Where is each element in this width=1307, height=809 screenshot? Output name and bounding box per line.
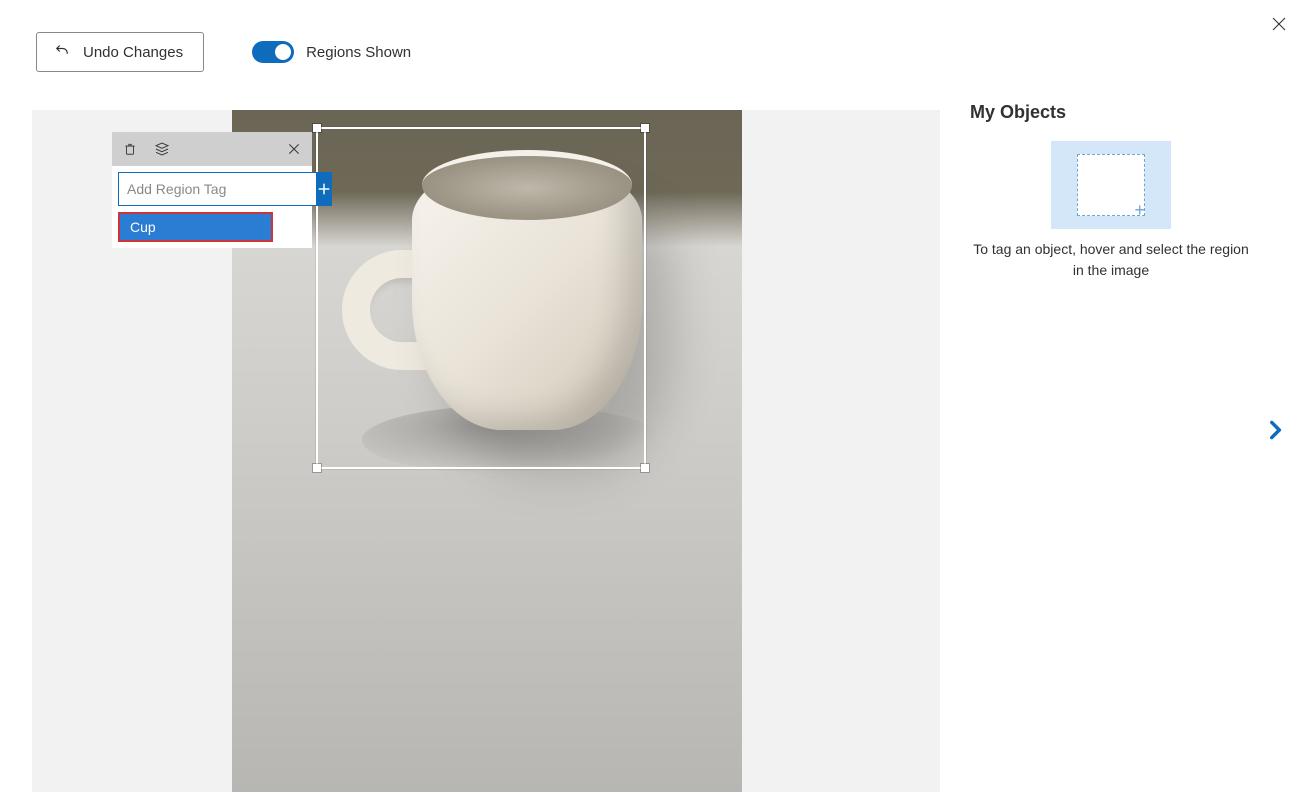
duplicate-region-button[interactable] [152,139,172,159]
side-panel-help-text: To tag an object, hover and select the r… [970,239,1252,281]
tag-input[interactable] [118,172,316,206]
delete-region-button[interactable] [120,139,140,159]
stack-icon [154,141,170,157]
close-icon [287,142,301,156]
chevron-right-icon [1262,417,1288,443]
regions-shown-toggle[interactable] [252,41,294,63]
plus-icon: + [1134,201,1145,219]
region-selection-box[interactable] [316,127,646,469]
next-image-button[interactable] [1255,410,1295,450]
tag-suggestion-cup[interactable]: Cup [118,212,273,242]
undo-changes-label: Undo Changes [83,44,183,61]
close-dialog-button[interactable] [1265,10,1293,38]
image-canvas[interactable]: Cup [32,110,940,792]
tag-popup: Cup [112,132,312,248]
close-icon [1270,15,1288,33]
dashed-box-icon: + [1077,154,1145,216]
add-tag-button[interactable] [316,172,332,206]
toggle-knob [275,44,291,60]
undo-icon [53,41,71,63]
add-object-placeholder[interactable]: + [1051,141,1171,229]
tag-suggestion-label: Cup [130,219,156,235]
resize-handle-tr[interactable] [641,124,649,132]
tag-popup-header [112,132,312,166]
resize-handle-bl[interactable] [313,464,321,472]
resize-handle-br[interactable] [641,464,649,472]
resize-handle-tl[interactable] [313,124,321,132]
regions-shown-toggle-group: Regions Shown [252,41,411,63]
close-tag-popup-button[interactable] [284,139,304,159]
toolbar: Undo Changes Regions Shown [36,32,411,72]
tag-input-row [112,166,312,212]
undo-changes-button[interactable]: Undo Changes [36,32,204,72]
side-panel-title: My Objects [970,102,1252,123]
trash-icon [123,141,137,157]
side-panel: My Objects + To tag an object, hover and… [970,102,1252,281]
plus-icon [316,181,332,197]
regions-shown-label: Regions Shown [306,44,411,61]
